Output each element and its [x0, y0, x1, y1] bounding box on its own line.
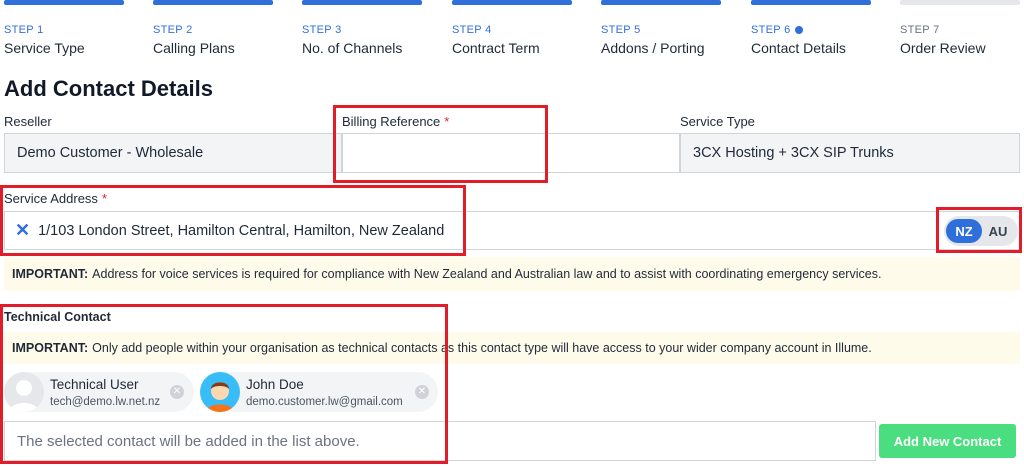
service-type-field: 3CX Hosting + 3CX SIP Trunks — [680, 133, 1020, 173]
contact-chip: John Doe demo.customer.lw@gmail.com ✕ — [200, 372, 438, 412]
step-number: STEP 7 — [900, 24, 940, 36]
step-name: Contract Term — [452, 40, 540, 56]
step-bar — [900, 0, 1020, 5]
step-name: Addons / Porting — [601, 40, 705, 56]
notice-bold: IMPORTANT: — [12, 341, 89, 355]
step-name: Order Review — [900, 40, 986, 56]
step-number: STEP 3 — [302, 24, 342, 36]
step-name: Calling Plans — [153, 40, 235, 56]
contact-email: demo.customer.lw@gmail.com — [246, 396, 403, 408]
step-addons-porting[interactable]: STEP 5 Addons / Porting — [601, 0, 721, 56]
notice-bold: IMPORTANT: — [12, 267, 89, 281]
remove-contact-icon[interactable]: ✕ — [415, 385, 429, 399]
step-bar — [153, 0, 273, 5]
step-number: STEP 2 — [153, 24, 193, 36]
step-calling-plans[interactable]: STEP 2 Calling Plans — [153, 0, 273, 56]
step-number: STEP 1 — [4, 24, 44, 36]
address-important-notice: IMPORTANT: Address for voice services is… — [4, 257, 1020, 291]
step-bar — [302, 0, 422, 5]
country-option-au[interactable]: AU — [980, 219, 1016, 243]
contact-email: tech@demo.lw.net.nz — [50, 396, 161, 408]
billing-reference-input[interactable] — [342, 133, 680, 173]
billing-reference-label-text: Billing Reference — [342, 114, 441, 129]
step-number: STEP 5 — [601, 24, 641, 36]
step-bar — [751, 0, 871, 5]
step-order-review[interactable]: STEP 7 Order Review — [900, 0, 1020, 56]
current-step-dot-icon — [794, 26, 803, 34]
service-address-value: 1/103 London Street, Hamilton Central, H… — [38, 222, 445, 239]
step-service-type[interactable]: STEP 1 Service Type — [4, 0, 124, 56]
step-bar — [452, 0, 572, 5]
country-toggle[interactable]: NZ AU — [944, 216, 1018, 246]
cartoon-person-avatar-icon — [200, 372, 240, 412]
step-name: No. of Channels — [302, 40, 403, 56]
service-address-label-text: Service Address — [4, 191, 98, 206]
service-address-label: Service Address * — [4, 191, 107, 206]
contact-input-placeholder: The selected contact will be added in th… — [17, 432, 360, 450]
step-no-of-channels[interactable]: STEP 3 No. of Channels — [302, 0, 422, 56]
default-user-avatar-icon — [4, 372, 44, 412]
step-contract-term[interactable]: STEP 4 Contract Term — [452, 0, 572, 56]
page-title: Add Contact Details — [4, 76, 214, 101]
billing-reference-label: Billing Reference * — [342, 114, 449, 129]
step-number: STEP 6 — [751, 24, 871, 36]
contact-chip: Technical User tech@demo.lw.net.nz ✕ — [4, 372, 194, 412]
remove-contact-icon[interactable]: ✕ — [170, 385, 184, 399]
service-address-input[interactable]: ✕ 1/103 London Street, Hamilton Central,… — [4, 211, 1020, 250]
step-number-label: STEP 6 — [751, 24, 791, 36]
reseller-label: Reseller — [4, 114, 52, 129]
technical-contact-label: Technical Contact — [4, 310, 111, 324]
add-new-contact-button[interactable]: Add New Contact — [879, 424, 1016, 458]
clear-address-icon[interactable]: ✕ — [15, 220, 30, 241]
contact-search-input[interactable]: The selected contact will be added in th… — [4, 421, 876, 461]
reseller-value: Demo Customer - Wholesale — [17, 145, 204, 161]
notice-text: Address for voice services is required f… — [92, 267, 882, 281]
contact-name: John Doe — [246, 377, 304, 392]
step-bar — [4, 0, 124, 5]
required-asterisk: * — [101, 191, 107, 206]
step-bar — [601, 0, 721, 5]
step-number: STEP 4 — [452, 24, 492, 36]
contact-name: Technical User — [50, 377, 139, 392]
service-type-label: Service Type — [680, 114, 755, 129]
step-contact-details[interactable]: STEP 6 Contact Details — [751, 0, 871, 56]
country-option-nz[interactable]: NZ — [946, 219, 982, 243]
step-name: Contact Details — [751, 40, 846, 56]
service-type-value: 3CX Hosting + 3CX SIP Trunks — [693, 145, 894, 161]
required-asterisk: * — [444, 114, 450, 129]
reseller-field: Demo Customer - Wholesale — [4, 133, 342, 173]
technical-contact-notice: IMPORTANT: Only add people within your o… — [4, 332, 1020, 364]
step-name: Service Type — [4, 40, 85, 56]
notice-text: Only add people within your organisation… — [92, 341, 872, 355]
